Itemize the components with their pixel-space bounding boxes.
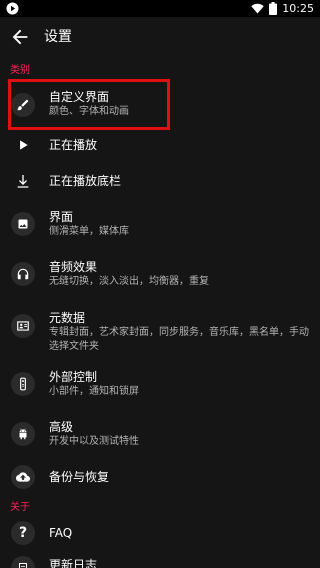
highlight-box — [8, 79, 170, 130]
settings-item-external-control[interactable]: 外部控制 小部件，通知和锁屏 — [0, 364, 320, 404]
wifi-icon — [251, 3, 264, 14]
item-summary: 侧滑菜单，媒体库 — [49, 226, 129, 237]
status-right: 10:25 — [251, 1, 314, 16]
settings-item-metadata[interactable]: 元数据 专辑封面，艺术家封面，同步服务，音乐库，黑名单，手动选择文件夹 — [0, 304, 320, 356]
item-label: 备份与恢复 — [49, 470, 110, 484]
item-summary: 专辑封面，艺术家封面，同步服务，音乐库，黑名单，手动选择文件夹 — [49, 327, 309, 352]
item-label: 元数据 — [49, 311, 86, 325]
status-bar: 10:25 — [0, 0, 320, 17]
android-icon — [11, 422, 35, 446]
settings-item-faq[interactable]: ? FAQ — [0, 518, 320, 548]
settings-item-audio-effects[interactable]: 音频效果 无缝切换，淡入淡出，均衡器，重复 — [0, 254, 320, 294]
changelog-icon — [11, 556, 35, 568]
settings-item-changelog[interactable]: 更新日志 — [0, 553, 320, 568]
back-arrow-icon[interactable] — [9, 26, 31, 48]
item-label: 正在播放 — [49, 138, 98, 152]
app-bar: 设置 — [0, 17, 320, 59]
settings-item-now-playing[interactable]: 正在播放 — [0, 130, 320, 160]
metadata-icon — [11, 314, 35, 338]
item-summary: 小部件，通知和锁屏 — [49, 386, 139, 397]
item-label: 正在播放底栏 — [49, 174, 122, 188]
cloud-upload-icon — [11, 465, 35, 489]
item-label: 外部控制 — [49, 370, 98, 384]
headphones-icon — [11, 262, 35, 286]
settings-item-advanced[interactable]: 高级 开发中以及测试特性 — [0, 414, 320, 454]
status-time: 10:25 — [282, 2, 314, 15]
section-header-about: 关于 — [10, 502, 30, 513]
settings-item-interface[interactable]: 界面 侧滑菜单，媒体库 — [0, 204, 320, 244]
item-label: 界面 — [49, 210, 74, 224]
remote-icon — [11, 372, 35, 396]
battery-icon — [269, 2, 278, 15]
item-summary: 开发中以及测试特性 — [49, 436, 139, 447]
item-label: 高级 — [49, 420, 74, 434]
download-bar-icon — [11, 169, 35, 193]
item-summary: 无缝切换，淡入淡出，均衡器，重复 — [49, 276, 209, 287]
item-label: 更新日志 — [49, 558, 98, 568]
item-label: FAQ — [49, 526, 73, 540]
help-icon: ? — [11, 521, 35, 545]
settings-item-backup-restore[interactable]: 备份与恢复 — [0, 462, 320, 492]
section-header-category: 类别 — [10, 65, 30, 76]
image-icon — [11, 212, 35, 236]
settings-item-now-playing-bar[interactable]: 正在播放底栏 — [0, 166, 320, 196]
play-badge-icon — [6, 2, 19, 15]
page-title: 设置 — [44, 29, 72, 45]
play-icon — [11, 133, 35, 157]
item-label: 音频效果 — [49, 260, 98, 274]
